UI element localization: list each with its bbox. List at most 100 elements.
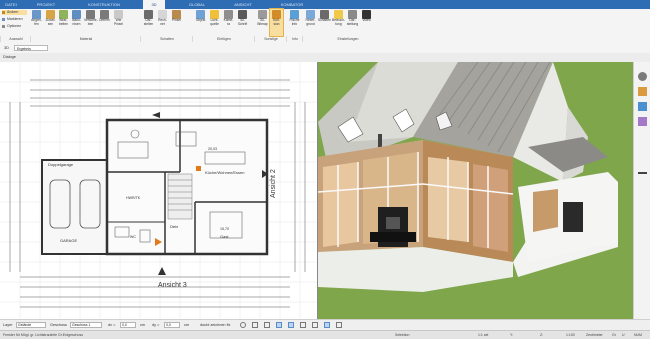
ribbon-button-4[interactable]: Verschie- ben [84,9,98,36]
magnet-icon[interactable] [324,322,330,328]
cursor-icon [2,11,5,14]
ribbon-button-0[interactable]: Abgrei- fen [30,9,43,36]
room-kueche: Küche/Wohnen/Essen [205,170,245,175]
dy-unit: cm [184,323,190,327]
ribbon-button-21[interactable]: Video [360,9,373,36]
ribbon-button-11[interactable]: Licht- quelle [208,9,221,36]
ribbon-button-label: Bear- beiten [59,18,68,26]
area-gast: 15,70 [220,227,229,231]
ribbon-button-label: Verschie- ben [84,18,98,26]
clock-icon[interactable] [240,322,246,328]
tab-projekt[interactable]: PROJEKT [34,0,58,9]
ribbon-button-14[interactable]: 3D- Bitmap [256,9,269,36]
measure-icon[interactable] [312,322,318,328]
dx-input[interactable]: 0,0 [120,322,136,328]
ribbon-button-8[interactable]: Rech- net [156,9,169,36]
3d-view[interactable] [318,62,633,319]
ribbon-button-19[interactable]: Beleuch- tung [332,9,345,36]
snap-grid-icon[interactable] [252,322,258,328]
right-tool-strip [633,62,650,319]
palette-icon[interactable] [638,87,647,96]
group-info: Info [286,36,303,42]
ribbon-button-label: Drehen [99,18,110,22]
ribbon-button-7[interactable]: Dar- stellen [142,9,155,36]
ribbon: Ändern Markieren Optionen Abgrei- fen Zuw… [0,8,650,44]
ribbon-button-16[interactable]: Fläche info [288,9,301,36]
view-mode-select[interactable]: Ergebnis [14,45,48,51]
room-gast: Gast [220,234,229,239]
dialog-tab[interactable]: Dialoge [3,54,16,60]
group-sonstige: Sonstige [254,36,287,42]
menu-icon[interactable] [638,172,647,174]
room-diele: Diele [170,225,178,229]
ribbon-button-label: Zuwei- sen [45,18,56,26]
group-schatten: Schatten [140,36,193,42]
tab-datei[interactable]: DATEI [2,0,20,9]
ribbon-button-5[interactable]: Drehen [98,9,111,36]
ribbon-button-17[interactable]: Hinter- grund [304,9,317,36]
ribbon-button-2[interactable]: Bear- beiten [57,9,70,36]
grid-toggle-icon[interactable] [336,322,342,328]
view-label-ansicht-3: Ansicht 3 [158,282,187,289]
select-icon [2,18,5,21]
snap-point-icon[interactable] [264,322,270,328]
ribbon-button-label: Bako- nisen [72,18,81,26]
3d-house-render [318,62,633,319]
ribbon-button-label: Schatten [318,18,332,22]
snap-line-icon[interactable] [288,322,294,328]
ribbon-button-label: Kame- ra [223,18,234,26]
ribbon-button-1[interactable]: Zuwei- sen [44,9,57,36]
dy-input[interactable]: 0,0 [164,322,180,328]
ribbon-button-20[interactable]: Dar- stellung [346,9,359,36]
ribbon-button-label: Beleuch- tung [332,18,346,26]
tab-ansicht[interactable]: ANSICHT [230,0,256,9]
ribbon-button-label: Video [362,18,371,22]
gear-icon [2,25,5,28]
tab-3d[interactable]: 3D [143,0,165,9]
ribbon-button-15[interactable]: Kufi- sion [269,8,284,37]
ortho-icon[interactable] [300,322,306,328]
ribbon-button-label: Kufi- sion [273,18,280,26]
ribbon-button-9[interactable]: Pinsel [170,9,183,36]
group-einstellungen: Einstellungen [302,36,393,42]
ribbon-button-label: 3D- Schrift [237,18,248,26]
ribbon-button-12[interactable]: Kame- ra [222,9,235,36]
snap-angle-icon[interactable] [276,322,282,328]
geschoss-select[interactable]: Geschoss 1 [70,322,102,328]
ribbon-button-18[interactable]: Schatten [318,9,331,36]
aendern-button[interactable]: Ändern [2,10,27,15]
markieren-button[interactable]: Markieren [2,17,23,22]
group-einfuegen: Einfügen [192,36,255,42]
dx-label: dx = [108,323,116,327]
area-kueche: 20,03 [208,147,217,151]
ribbon-button-label: Licht- quelle [210,18,219,26]
tab-kombator[interactable]: KOMBATOR [275,0,309,9]
tab-konstruktion[interactable]: KONSTRUKTION [84,0,124,9]
room-doppelgarage: Doppelgarage [48,162,74,167]
floor-plan-view[interactable]: Doppelgarage GARAGE Küche/Wohnen/Essen H… [0,62,318,319]
layer-select[interactable]: Gelände [16,322,46,328]
snap-tools [240,322,350,329]
view-label-ansicht-2: Ansicht 2 [270,169,277,198]
group-auswahl: Auswahl [0,36,31,42]
ribbon-button-10[interactable]: Objekt [194,9,207,36]
optionen-button[interactable]: Optionen [2,24,21,29]
ribbon-button-label: Fläche info [289,18,300,26]
dx-unit: cm [140,323,146,327]
group-material: Material [30,36,141,42]
camera-icon[interactable] [638,102,647,111]
ribbon-button-label: 3D- Bitmap [257,18,268,26]
layers-icon[interactable] [638,117,647,126]
ribbon-button-3[interactable]: Bako- nisen [70,9,83,36]
tab-global[interactable]: GLOBAL [185,0,209,9]
ribbon-button-label: Objekt [195,18,206,22]
ribbon-button-6[interactable]: Wie Pinsel [112,9,125,36]
ribbon-button-label: Pinsel [172,18,181,22]
ribbon-button-label: Hinter- grund [305,18,316,26]
draw-mode-hint: doubl zeichnen fix [200,323,231,327]
ribbon-button-label: Abgrei- fen [31,18,42,26]
ribbon-button-13[interactable]: 3D- Schrift [236,9,249,36]
ribbon-button-label: Rech- net [158,18,167,26]
eye-icon[interactable] [638,72,647,81]
ribbon-tab-bar: DATEI PROJEKT KONSTRUKTION 3D GLOBAL ANS… [0,0,650,9]
